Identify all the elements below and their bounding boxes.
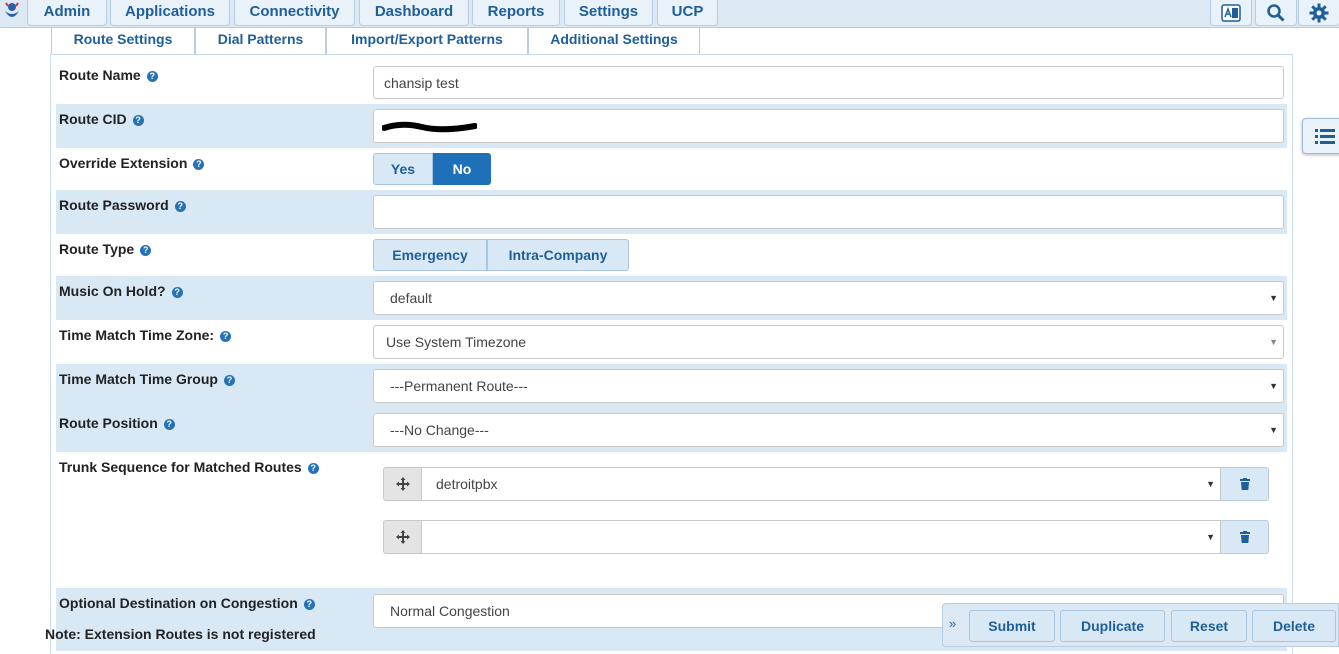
gear-icon [1309, 3, 1329, 22]
caret-down-icon: ▼ [1269, 425, 1278, 435]
nav-applications[interactable]: Applications [110, 0, 230, 26]
tab-import-export-patterns[interactable]: Import/Export Patterns [326, 28, 528, 55]
caret-down-icon: ▼ [1269, 337, 1278, 347]
caret-down-icon: ▼ [1269, 293, 1278, 303]
nav-settings[interactable]: Settings [564, 0, 653, 26]
redaction-mark [382, 121, 477, 133]
trunk-sequence-label: Trunk Sequence for Matched Routes? [59, 459, 319, 475]
route-position-select[interactable]: ---No Change--- ▼ [373, 413, 1284, 447]
route-cid-input[interactable] [373, 109, 1284, 143]
delete-button[interactable]: Delete [1252, 610, 1336, 642]
trash-icon [1239, 531, 1250, 543]
collapse-chevron-icon[interactable]: » [949, 616, 956, 631]
help-icon[interactable]: ? [140, 245, 152, 256]
help-icon[interactable]: ? [303, 599, 315, 610]
time-group-select[interactable]: ---Permanent Route--- ▼ [373, 369, 1284, 403]
trunk-select[interactable]: ▼ [422, 520, 1221, 554]
override-yes-button[interactable]: Yes [373, 153, 433, 185]
action-bar: » Submit Duplicate Reset Delete [942, 603, 1339, 647]
caret-down-icon: ▼ [1269, 381, 1278, 391]
route-name-input[interactable]: chansip test [373, 66, 1284, 99]
trunk-entry: detroitpbx ▼ [383, 467, 1269, 501]
route-type-emergency-button[interactable]: Emergency [373, 239, 487, 271]
override-extension-label: Override Extension? [59, 155, 205, 171]
top-navigation: Admin Applications Connectivity Dashboar… [0, 0, 1339, 28]
help-icon[interactable]: ? [307, 463, 319, 474]
duplicate-button[interactable]: Duplicate [1060, 610, 1165, 642]
time-zone-select[interactable]: Use System Timezone ▼ [373, 325, 1284, 359]
music-on-hold-label: Music On Hold?? [59, 283, 183, 299]
registration-note: Note: Extension Routes is not registered [45, 626, 316, 642]
override-no-button[interactable]: No [433, 153, 491, 185]
list-icon [1315, 129, 1335, 144]
tab-route-settings[interactable]: Route Settings [51, 28, 195, 55]
drag-handle[interactable] [383, 467, 422, 501]
freepbx-logo-icon[interactable] [2, 1, 22, 23]
nav-reports[interactable]: Reports [472, 0, 560, 26]
submit-button[interactable]: Submit [969, 610, 1055, 642]
search-icon [1267, 3, 1285, 22]
delete-trunk-button[interactable] [1221, 520, 1269, 554]
help-icon[interactable]: ? [171, 287, 183, 298]
help-icon[interactable]: ? [193, 159, 205, 170]
help-icon[interactable]: ? [220, 331, 232, 342]
tab-additional-settings[interactable]: Additional Settings [528, 28, 700, 55]
trash-icon [1239, 478, 1250, 490]
route-name-label: Route Name? [59, 67, 158, 83]
nav-connectivity[interactable]: Connectivity [234, 0, 355, 26]
caret-down-icon: ▼ [1206, 479, 1215, 489]
route-type-label: Route Type? [59, 241, 152, 257]
override-extension-row: Override Extension? [56, 148, 1287, 190]
language-icon [1221, 3, 1241, 22]
route-type-intra-company-button[interactable]: Intra-Company [487, 239, 629, 271]
music-on-hold-select[interactable]: default ▼ [373, 281, 1284, 315]
nav-ucp[interactable]: UCP [657, 0, 718, 26]
help-icon[interactable]: ? [174, 201, 186, 212]
help-icon[interactable]: ? [223, 375, 235, 386]
help-icon[interactable]: ? [132, 115, 144, 126]
nav-admin[interactable]: Admin [27, 0, 107, 26]
route-type-toggle: Emergency Intra-Company [373, 239, 629, 271]
settings-button[interactable] [1298, 0, 1339, 26]
help-icon[interactable]: ? [163, 419, 175, 430]
route-password-label: Route Password? [59, 197, 186, 213]
route-cid-label: Route CID? [59, 111, 144, 127]
trunk-select[interactable]: detroitpbx ▼ [422, 467, 1221, 501]
caret-down-icon: ▼ [1206, 532, 1215, 542]
reset-button[interactable]: Reset [1171, 610, 1247, 642]
route-position-label: Route Position? [59, 415, 175, 431]
time-group-label: Time Match Time Group? [59, 371, 235, 387]
time-zone-label: Time Match Time Zone:? [59, 327, 232, 343]
move-icon [395, 530, 410, 544]
route-type-row: Route Type? [56, 234, 1287, 276]
drag-handle[interactable] [383, 520, 422, 554]
delete-trunk-button[interactable] [1221, 467, 1269, 501]
tab-dial-patterns[interactable]: Dial Patterns [195, 28, 326, 55]
trunk-entry: ▼ [383, 520, 1269, 554]
search-button[interactable] [1255, 0, 1297, 26]
route-password-input[interactable] [373, 195, 1284, 229]
override-extension-toggle: Yes No [373, 153, 491, 185]
congestion-label: Optional Destination on Congestion? [59, 595, 315, 611]
nav-dashboard[interactable]: Dashboard [359, 0, 469, 26]
move-icon [395, 477, 410, 491]
help-icon[interactable]: ? [146, 71, 158, 82]
language-button[interactable] [1210, 0, 1252, 26]
sidebar-toggle-button[interactable] [1302, 118, 1339, 154]
